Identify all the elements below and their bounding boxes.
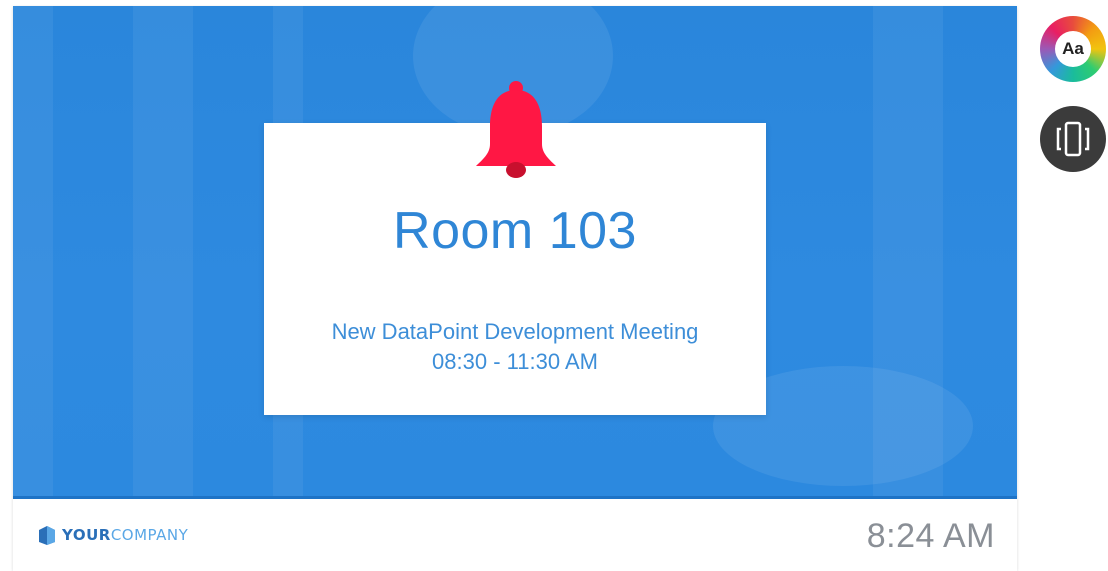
clock: 8:24 AM <box>866 517 995 555</box>
company-logo: YOURCOMPANY <box>38 524 188 546</box>
company-name-light: COMPANY <box>110 526 189 544</box>
room-title: Room 103 <box>393 202 637 260</box>
company-name-bold: YOUR <box>62 526 111 544</box>
meeting-name: New DataPoint Development Meeting <box>331 319 699 344</box>
bell-icon <box>476 81 556 178</box>
rotate-button[interactable] <box>1040 106 1106 172</box>
company-logo-icon <box>39 526 55 545</box>
company-name: YOURCOMPANY <box>62 526 188 544</box>
footer-bar: YOURCOMPANY 8:24 AM <box>13 499 1017 571</box>
meeting-time: 08:30 - 11:30 AM <box>432 349 598 374</box>
device-rotate-icon <box>1056 121 1090 157</box>
theme-button[interactable]: Aa <box>1040 16 1106 82</box>
color-wheel-icon: Aa <box>1055 31 1091 67</box>
background-stripe <box>13 6 53 496</box>
signage-preview: Room 103 New DataPoint Development Meeti… <box>13 6 1017 571</box>
background-stripe <box>133 6 193 496</box>
app-stage: Room 103 New DataPoint Development Meeti… <box>0 0 1108 571</box>
